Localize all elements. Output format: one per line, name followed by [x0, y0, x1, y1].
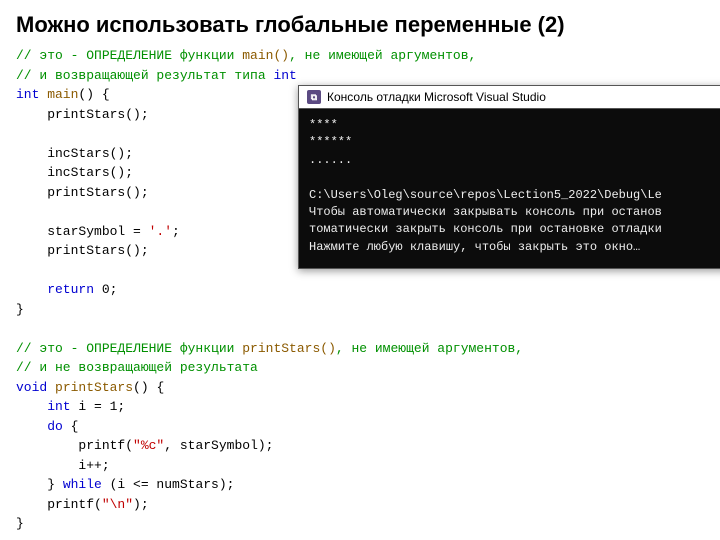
code-text: () { — [78, 87, 109, 102]
console-output: **** ****** ...... C:\Users\Oleg\source\… — [299, 109, 720, 268]
comment-kw: int — [273, 68, 296, 83]
code-text: ; — [172, 224, 180, 239]
console-window: ⧉ Консоль отладки Microsoft Visual Studi… — [298, 85, 720, 269]
code-text: 0; — [94, 282, 117, 297]
output-line: томатически закрыть консоль при остановк… — [309, 222, 662, 236]
code-line: incStars(); — [16, 146, 133, 161]
code-text: starSymbol = — [16, 224, 149, 239]
keyword: while — [63, 477, 102, 492]
code-text: printf( — [16, 497, 102, 512]
code-text: printf( — [16, 438, 133, 453]
comment: // это - ОПРЕДЕЛЕНИЕ функции — [16, 341, 242, 356]
keyword: void — [16, 380, 47, 395]
comment: // и не возвращающей результата — [16, 360, 258, 375]
code-line: printStars(); — [16, 185, 149, 200]
output-line: Чтобы автоматически закрывать консоль пр… — [309, 205, 662, 219]
code-text: ); — [133, 497, 149, 512]
keyword: int — [16, 87, 39, 102]
comment: , не имеющей аргументов, — [336, 341, 523, 356]
code-line: i++; — [16, 458, 110, 473]
code-line: printStars(); — [16, 107, 149, 122]
code-line: } — [16, 516, 24, 531]
keyword: int — [16, 399, 71, 414]
code-line: printStars(); — [16, 243, 149, 258]
comment-fn: main() — [242, 48, 289, 63]
code-line: } — [16, 302, 24, 317]
keyword: return — [16, 282, 94, 297]
slide-title: Можно использовать глобальные переменные… — [0, 0, 720, 46]
string-literal: "%c" — [133, 438, 164, 453]
code-line: incStars(); — [16, 165, 133, 180]
output-line: **** — [309, 118, 338, 132]
output-line: ****** — [309, 135, 352, 149]
code-text: () { — [133, 380, 164, 395]
code-text: (i <= numStars); — [102, 477, 235, 492]
comment: // и возвращающей результат типа — [16, 68, 273, 83]
console-icon: ⧉ — [307, 90, 321, 104]
console-titlebar: ⧉ Консоль отладки Microsoft Visual Studi… — [299, 86, 720, 109]
string-literal: "\n" — [102, 497, 133, 512]
code-text: } — [16, 477, 63, 492]
code-text: i = 1; — [71, 399, 126, 414]
func-name: main — [39, 87, 78, 102]
comment: // это - ОПРЕДЕЛЕНИЕ функции — [16, 48, 242, 63]
comment-fn: printStars() — [242, 341, 336, 356]
output-line: Нажмите любую клавишу, чтобы закрыть это… — [309, 240, 640, 254]
code-text: { — [63, 419, 79, 434]
string-literal: '.' — [149, 224, 172, 239]
keyword: do — [16, 419, 63, 434]
code-text: , starSymbol); — [164, 438, 273, 453]
output-line: ...... — [309, 153, 352, 167]
func-name: printStars — [47, 380, 133, 395]
comment: , не имеющей аргументов, — [289, 48, 476, 63]
output-line: C:\Users\Oleg\source\repos\Lection5_2022… — [309, 188, 662, 202]
console-title: Консоль отладки Microsoft Visual Studio — [327, 90, 546, 104]
